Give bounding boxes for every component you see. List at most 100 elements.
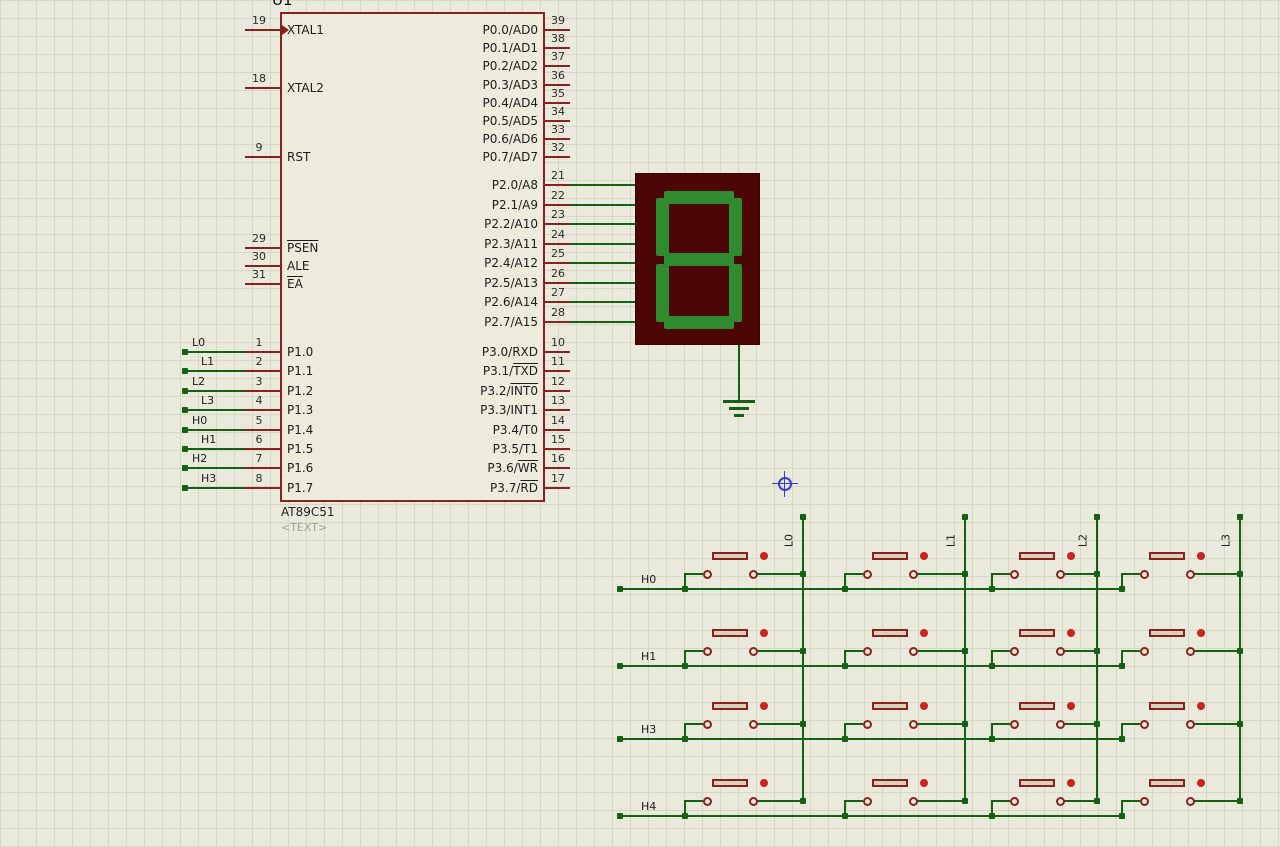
pin-stub [545, 138, 570, 140]
display-wire [570, 204, 635, 206]
pin-stub [545, 321, 570, 323]
button-right-wire [917, 800, 965, 802]
junction-dot [182, 485, 188, 491]
button-state-dot[interactable] [1197, 552, 1205, 560]
button-terminal-right [1186, 647, 1195, 656]
pin-stub [545, 448, 570, 450]
button-state-dot[interactable] [920, 702, 928, 710]
row-label-H1: H1 [641, 650, 657, 663]
pin-label-p1-3: P1.3 [287, 403, 314, 417]
pin-number-35: 35 [551, 87, 565, 100]
pin-number-8: 8 [255, 472, 263, 485]
button-state-dot[interactable] [760, 702, 768, 710]
pin-stub [545, 223, 570, 225]
pin-number-17: 17 [551, 472, 565, 485]
button-terminal-left [863, 720, 872, 729]
pin-number-12: 12 [551, 375, 565, 388]
chip-ref-label: U1 [272, 0, 293, 9]
pin-label-p2-3-a11: P2.3/A11 [484, 237, 538, 251]
button-left-wire [845, 650, 863, 652]
button-terminal-right [1186, 720, 1195, 729]
junction-dot [182, 368, 188, 374]
pin-stub [545, 487, 570, 489]
junction-dot [962, 514, 968, 520]
pin-number-15: 15 [551, 433, 565, 446]
display-wire [570, 262, 635, 264]
pin-number-13: 13 [551, 394, 565, 407]
pin-label-p0-5-ad5: P0.5/AD5 [482, 114, 538, 128]
segment-f [656, 198, 669, 256]
pin-stub [545, 184, 570, 186]
button-left-wire [1122, 573, 1140, 575]
row-label-H0: H0 [641, 573, 657, 586]
junction-dot [962, 798, 968, 804]
button-right-wire [1064, 800, 1097, 802]
junction-dot [182, 349, 188, 355]
button-state-dot[interactable] [920, 629, 928, 637]
net-label-L2: L2 [192, 375, 206, 388]
button-state-dot[interactable] [760, 779, 768, 787]
junction-dot [842, 663, 848, 669]
button-right-wire [1194, 800, 1240, 802]
col-wire-L0 [802, 514, 804, 801]
button-right-wire [757, 723, 803, 725]
button-state-dot[interactable] [760, 629, 768, 637]
net-wire-L2 [185, 390, 245, 392]
junction-dot [800, 648, 806, 654]
pin-label-p0-1-ad1: P0.1/AD1 [482, 41, 538, 55]
display-wire [570, 321, 635, 323]
button-state-dot[interactable] [920, 779, 928, 787]
button-state-dot[interactable] [760, 552, 768, 560]
button-state-dot[interactable] [1197, 779, 1205, 787]
button-state-dot[interactable] [1067, 779, 1075, 787]
button-state-dot[interactable] [1197, 702, 1205, 710]
pin-number-4: 4 [255, 394, 263, 407]
button-state-dot[interactable] [1197, 629, 1205, 637]
pin-stub [545, 429, 570, 431]
button-state-dot[interactable] [920, 552, 928, 560]
col-wire-L2 [1096, 514, 1098, 801]
pin-stub [545, 262, 570, 264]
button-terminal-right [1186, 797, 1195, 806]
pin-number-26: 26 [551, 267, 565, 280]
button-state-dot[interactable] [1067, 702, 1075, 710]
pin-number-39: 39 [551, 14, 565, 27]
button-terminal-right [1056, 570, 1065, 579]
pin-number-28: 28 [551, 306, 565, 319]
junction-dot [1119, 813, 1125, 819]
pin-label-p0-2-ad2: P0.2/AD2 [482, 59, 538, 73]
pin-label-p3-3-int1: P3.3/INT1 [480, 403, 538, 417]
pin-stub [245, 467, 280, 469]
schematic-canvas: U1 AT89C51 <TEXT> 19 XTAL1 18 XTAL2 9 RST 29 PS… [0, 0, 1280, 847]
pin-label-p2-2-a10: P2.2/A10 [484, 217, 538, 231]
col-wire-L3 [1239, 514, 1241, 801]
button-left-wire [685, 650, 703, 652]
pin-number-2: 2 [255, 355, 263, 368]
origin-marker-vline [784, 471, 785, 497]
pin-stub [545, 243, 570, 245]
net-label-L0: L0 [192, 336, 206, 349]
button-left-wire [992, 723, 1010, 725]
button-cap [1019, 779, 1055, 787]
net-label-H0: H0 [192, 414, 208, 427]
button-right-wire [757, 573, 803, 575]
pin-label-p2-1-a9: P2.1/A9 [491, 198, 538, 212]
junction-dot [989, 736, 995, 742]
pin-stub [245, 29, 280, 31]
seven-segment-display[interactable] [635, 173, 760, 345]
pin-number-25: 25 [551, 247, 565, 260]
pin-number-23: 23 [551, 208, 565, 221]
net-wire-L3 [185, 409, 245, 411]
pin-label-p2-7-a15: P2.7/A15 [484, 315, 538, 329]
segment-b [729, 198, 742, 256]
segment-c [729, 264, 742, 322]
button-terminal-left [1010, 570, 1019, 579]
button-cap [712, 779, 748, 787]
button-terminal-left [1140, 797, 1149, 806]
button-right-wire [757, 650, 803, 652]
button-state-dot[interactable] [1067, 629, 1075, 637]
button-state-dot[interactable] [1067, 552, 1075, 560]
button-terminal-right [749, 570, 758, 579]
button-cap [1149, 702, 1185, 710]
button-terminal-right [909, 720, 918, 729]
